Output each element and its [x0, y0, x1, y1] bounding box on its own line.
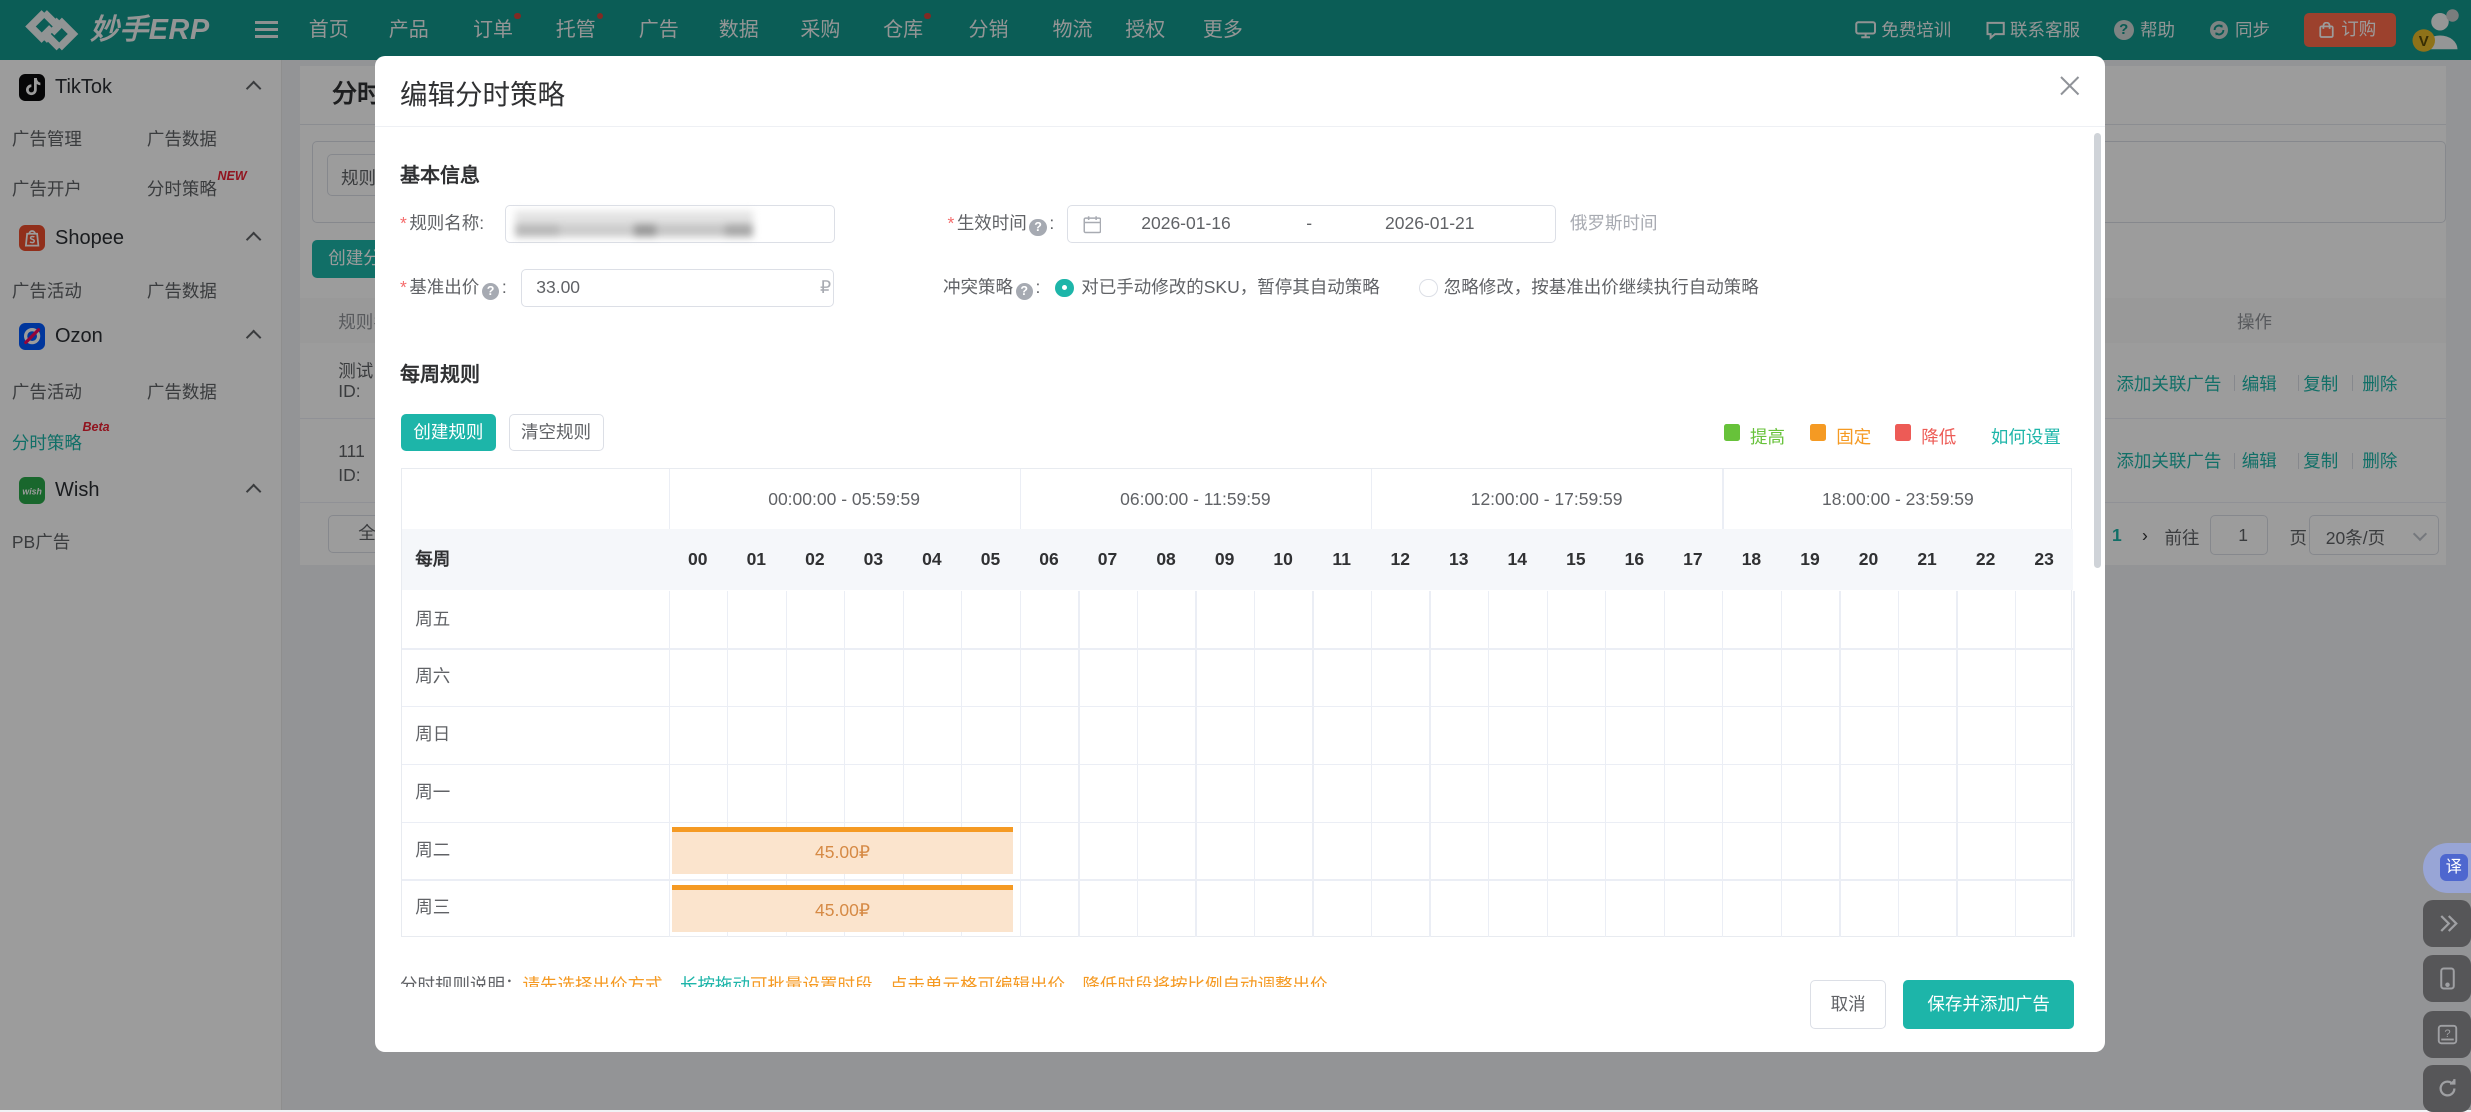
svg-text:?: ? [2444, 1028, 2450, 1040]
